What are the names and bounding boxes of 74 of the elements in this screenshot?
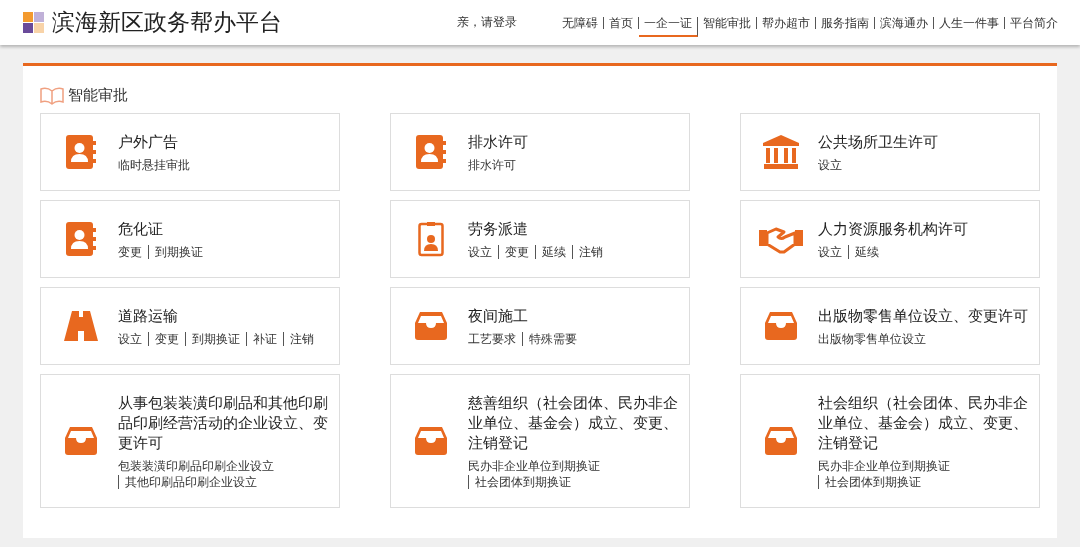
service-title: 排水许可: [468, 133, 529, 152]
nav-link[interactable]: 智能审批: [698, 16, 757, 29]
inbox-tray-icon: [763, 311, 798, 341]
book-icon: [40, 86, 64, 105]
nav-link[interactable]: 首页: [604, 16, 639, 29]
inbox-tray-icon: [63, 426, 98, 456]
service-title: 户外广告: [118, 133, 179, 152]
service-link[interactable]: 设立: [818, 158, 848, 172]
service-card[interactable]: 从事包装装潢印刷品和其他印刷品印刷经营活动的企业设立、变更许可 包装装潢印刷品印刷企业设立 其他印刷品印刷企业设立: [40, 374, 340, 508]
service-link[interactable]: 补证: [246, 332, 283, 346]
service-link[interactable]: 社会团体到期换证: [818, 475, 927, 489]
service-title: 道路运输: [118, 307, 179, 326]
service-card[interactable]: 道路运输 设立 变更 到期换证 补证 注销: [40, 287, 340, 365]
service-link[interactable]: 变更: [118, 245, 148, 259]
service-title: 危化证: [118, 220, 164, 239]
nav-link[interactable]: 平台简介: [1005, 16, 1063, 29]
service-link[interactable]: 到期换证: [185, 332, 246, 346]
service-link[interactable]: 设立: [118, 332, 148, 346]
service-card[interactable]: 户外广告 临时悬挂审批: [40, 113, 340, 191]
service-link[interactable]: 注销: [283, 332, 320, 346]
service-link[interactable]: 其他印刷品印刷企业设立: [118, 475, 263, 489]
service-link[interactable]: 到期换证: [148, 245, 209, 259]
nav-link[interactable]: 一企一证: [639, 16, 698, 37]
service-link[interactable]: 民办非企业单位到期换证: [818, 459, 956, 473]
service-card[interactable]: 人力资源服务机构许可 设立 延续: [740, 200, 1040, 278]
service-link[interactable]: 排水许可: [468, 158, 522, 172]
service-title: 夜间施工: [468, 307, 529, 326]
service-link[interactable]: 临时悬挂审批: [118, 158, 196, 172]
service-link[interactable]: 延续: [535, 245, 572, 259]
contact-book-icon: [64, 134, 97, 170]
service-link[interactable]: 设立: [468, 245, 498, 259]
service-title: 社会组织（社会团体、民办非企业单位、基金会）成立、变更、注销登记: [818, 394, 1029, 453]
road-icon: [62, 310, 99, 342]
service-link[interactable]: 民办非企业单位到期换证: [468, 459, 606, 473]
service-link[interactable]: 社会团体到期换证: [468, 475, 577, 489]
nav-link[interactable]: 服务指南: [816, 16, 875, 29]
inbox-tray-icon: [413, 426, 448, 456]
logo-icon: [23, 12, 44, 33]
contact-book-icon: [64, 221, 97, 257]
service-card[interactable]: 出版物零售单位设立、变更许可 出版物零售单位设立: [740, 287, 1040, 365]
id-badge-icon: [417, 221, 444, 257]
service-link[interactable]: 变更: [498, 245, 535, 259]
contact-book-icon: [414, 134, 447, 170]
service-title: 公共场所卫生许可: [818, 133, 939, 152]
service-card[interactable]: 公共场所卫生许可 设立: [740, 113, 1040, 191]
site-title: 滨海新区政务帮办平台: [52, 8, 283, 37]
service-card[interactable]: 危化证 变更 到期换证: [40, 200, 340, 278]
nav-link[interactable]: 滨海通办: [875, 16, 934, 29]
service-link[interactable]: 工艺要求: [468, 332, 522, 346]
service-card[interactable]: 排水许可 排水许可: [390, 113, 690, 191]
service-card[interactable]: 社会组织（社会团体、民办非企业单位、基金会）成立、变更、注销登记 民办非企业单位到期换证 社会团体到期换证: [740, 374, 1040, 508]
service-title: 人力资源服务机构许可: [818, 220, 969, 239]
service-title: 出版物零售单位设立、变更许可: [818, 307, 1029, 326]
service-link[interactable]: 注销: [572, 245, 609, 259]
inbox-tray-icon: [413, 311, 448, 341]
service-link[interactable]: 特殊需要: [522, 332, 583, 346]
bank-icon: [761, 134, 800, 170]
service-link[interactable]: 设立: [818, 245, 848, 259]
service-card[interactable]: 慈善组织（社会团体、民办非企业单位、基金会）成立、变更、注销登记 民办非企业单位到期换证 社会团体到期换证: [390, 374, 690, 508]
service-link[interactable]: 出版物零售单位设立: [818, 332, 932, 346]
service-title: 劳务派遣: [468, 220, 529, 239]
service-link[interactable]: 包装装潢印刷品印刷企业设立: [118, 459, 280, 473]
service-title: 从事包装装潢印刷品和其他印刷品印刷经营活动的企业设立、变更许可: [118, 394, 329, 453]
service-link[interactable]: 延续: [848, 245, 885, 259]
inbox-tray-icon: [763, 426, 798, 456]
service-link[interactable]: 变更: [148, 332, 185, 346]
service-card[interactable]: 劳务派遣 设立 变更 延续 注销: [390, 200, 690, 278]
login-link[interactable]: 亲，请登录: [457, 15, 517, 30]
service-title: 慈善组织（社会团体、民办非企业单位、基金会）成立、变更、注销登记: [468, 394, 679, 453]
section-title: 智能审批: [68, 86, 128, 105]
service-card[interactable]: 夜间施工 工艺要求 特殊需要: [390, 287, 690, 365]
nav-link[interactable]: 无障碍: [557, 16, 604, 29]
nav-link[interactable]: 帮办超市: [757, 16, 816, 29]
nav-link[interactable]: 人生一件事: [934, 16, 1005, 29]
